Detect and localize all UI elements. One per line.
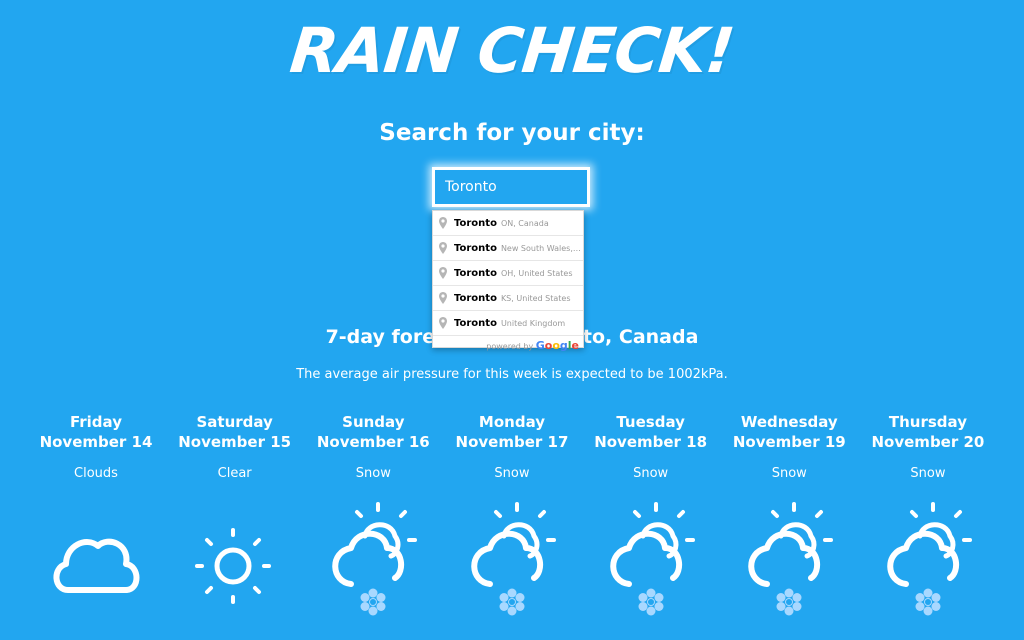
autocomplete-item[interactable]: Toronto KS, United States: [433, 286, 583, 311]
snow-icon: [887, 502, 972, 616]
snow-icon: [332, 502, 418, 616]
city-search-input[interactable]: [435, 170, 587, 204]
autocomplete-dropdown: Toronto ON, Canada Toronto New South Wal…: [432, 210, 584, 352]
day-card: Monday November 17 Snow: [443, 412, 581, 640]
search-field-wrapper: [432, 167, 590, 207]
autocomplete-item[interactable]: Toronto New South Wales, ...: [433, 236, 583, 261]
day-card: Sunday November 16 Snow: [304, 412, 442, 640]
day-condition: Snow: [355, 466, 391, 481]
day-date: November 15: [178, 433, 292, 451]
day-condition: Snow: [910, 466, 946, 481]
day-name: Saturday: [196, 413, 273, 431]
autocomplete-item-main: Toronto: [454, 217, 497, 229]
day-date: November 19: [732, 433, 846, 451]
autocomplete-item-main: Toronto: [454, 267, 497, 279]
map-pin-icon: [439, 267, 447, 279]
day-condition: Snow: [494, 466, 530, 481]
autocomplete-item[interactable]: Toronto United Kingdom: [433, 311, 583, 336]
autocomplete-item-sub: KS, United States: [500, 293, 571, 303]
snow-icon: [609, 502, 695, 616]
powered-by-label: powered by: [486, 342, 534, 351]
map-pin-icon: [439, 292, 447, 304]
app-logo: RAIN CHECK!: [286, 14, 738, 87]
day-condition: Clouds: [74, 466, 118, 481]
day-date: November 20: [871, 433, 985, 451]
day-card: Tuesday November 18 Snow: [582, 412, 720, 640]
day-card: Friday November 14 Clouds: [27, 412, 165, 640]
autocomplete-item-main: Toronto: [454, 292, 497, 304]
day-name: Wednesday: [740, 413, 838, 431]
map-pin-icon: [439, 217, 447, 229]
cloud-icon: [53, 538, 140, 593]
snow-icon: [748, 502, 834, 616]
day-name: Friday: [69, 413, 122, 431]
day-condition: Snow: [771, 466, 807, 481]
day-date: November 16: [316, 433, 430, 451]
autocomplete-item-sub: OH, United States: [500, 268, 573, 278]
day-condition: Snow: [633, 466, 669, 481]
day-condition: Clear: [217, 466, 252, 481]
day-date: November 18: [594, 433, 708, 451]
day-name: Thursday: [888, 413, 967, 431]
map-pin-icon: [439, 317, 447, 329]
autocomplete-item[interactable]: Toronto ON, Canada: [433, 211, 583, 236]
day-card: Saturday November 15 Clear: [166, 412, 304, 640]
search-label: Search for your city:: [379, 120, 645, 146]
snow-icon: [471, 502, 556, 616]
day-date: November 17: [455, 433, 569, 451]
autocomplete-item-sub: New South Wales, ...: [500, 243, 583, 253]
powered-by-google: powered by Google: [433, 336, 583, 356]
pressure-summary: The average air pressure for this week i…: [296, 367, 728, 382]
autocomplete-item[interactable]: Toronto OH, United States: [433, 261, 583, 286]
day-name: Sunday: [342, 413, 405, 431]
day-date: November 14: [39, 433, 153, 451]
google-logo: Google: [535, 339, 579, 352]
autocomplete-item-main: Toronto: [454, 317, 497, 329]
day-name: Tuesday: [616, 413, 685, 431]
autocomplete-item-main: Toronto: [454, 242, 497, 254]
page: RAIN CHECK! Search for your city: Toront…: [0, 0, 1024, 640]
sun-icon: [194, 528, 271, 604]
autocomplete-item-sub: United Kingdom: [500, 318, 566, 328]
day-card: Thursday November 20 Snow: [859, 412, 997, 640]
forecast-days: Friday November 14 Clouds Saturday Novem…: [27, 412, 997, 640]
map-pin-icon: [439, 242, 447, 254]
autocomplete-item-sub: ON, Canada: [500, 218, 549, 228]
day-name: Monday: [478, 413, 546, 431]
day-card: Wednesday November 19 Snow: [720, 412, 858, 640]
